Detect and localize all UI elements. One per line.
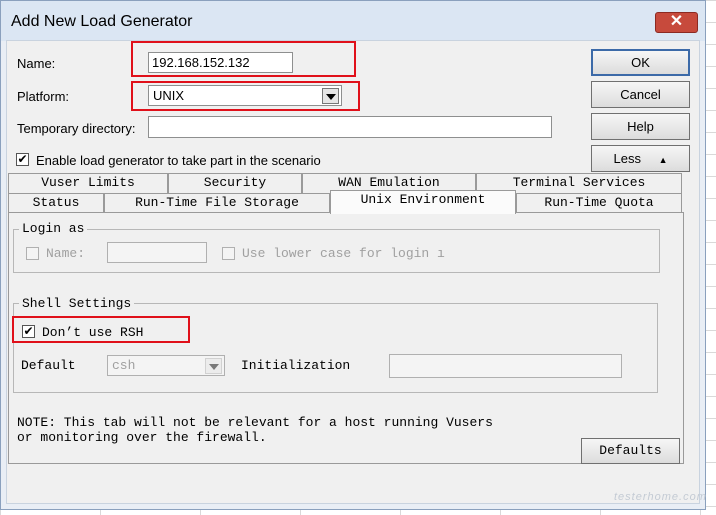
shell-settings-title: Shell Settings bbox=[19, 296, 135, 311]
lowercase-login-label: Use lower case for login ı bbox=[242, 246, 445, 261]
tab-vuser-limits[interactable]: Vuser Limits bbox=[8, 173, 168, 193]
login-group-title: Login as bbox=[19, 221, 88, 236]
ok-label: OK bbox=[631, 55, 650, 70]
close-button[interactable]: ✕ bbox=[655, 12, 698, 33]
default-shell-label: Default bbox=[21, 358, 76, 373]
initialization-label: Initialization bbox=[241, 358, 351, 373]
check-icon: ✔ bbox=[17, 152, 28, 166]
cancel-button[interactable]: Cancel bbox=[591, 81, 690, 108]
tab-runtime-quota[interactable]: Run-Time Quota bbox=[516, 193, 682, 213]
defaults-label: Defaults bbox=[599, 443, 662, 458]
tab-label: Run-Time Quota bbox=[544, 195, 654, 210]
help-label: Help bbox=[627, 119, 654, 134]
note-text: NOTE: This tab will not be relevant for … bbox=[17, 415, 493, 445]
chevron-down-icon[interactable] bbox=[205, 358, 222, 374]
tab-status[interactable]: Status bbox=[8, 193, 104, 213]
default-shell-value: csh bbox=[112, 358, 136, 373]
tempdir-label: Temporary directory: bbox=[17, 121, 136, 136]
tab-label: Unix Environment bbox=[360, 192, 486, 207]
tab-label: Status bbox=[32, 195, 80, 210]
cancel-label: Cancel bbox=[620, 87, 661, 102]
close-icon: ✕ bbox=[669, 13, 684, 30]
name-label: Name: bbox=[17, 56, 56, 71]
tab-runtime-file-storage[interactable]: Run-Time File Storage bbox=[104, 193, 330, 213]
enable-checkbox[interactable]: ✔ bbox=[16, 153, 29, 166]
name-highlight-box bbox=[131, 41, 356, 77]
help-button[interactable]: Help bbox=[591, 113, 690, 140]
chevron-up-icon: ▲ bbox=[658, 155, 668, 165]
title-bar: Add New Load Generator ✕ bbox=[1, 1, 705, 41]
tab-unix-environment[interactable]: Unix Environment bbox=[330, 190, 516, 214]
login-name-checkbox[interactable] bbox=[26, 247, 39, 260]
tab-label: Terminal Services bbox=[512, 175, 646, 190]
less-button[interactable]: Less ▲ bbox=[591, 145, 690, 172]
platform-highlight-box bbox=[131, 81, 360, 111]
defaults-button[interactable]: Defaults bbox=[581, 438, 680, 464]
enable-label: Enable load generator to take part in th… bbox=[36, 153, 321, 168]
less-label: Less bbox=[613, 151, 641, 166]
tab-label: Run-Time File Storage bbox=[135, 195, 299, 210]
lowercase-login-checkbox[interactable] bbox=[222, 247, 235, 260]
tempdir-input[interactable] bbox=[148, 116, 552, 138]
initialization-input[interactable] bbox=[389, 354, 622, 378]
tab-label: Security bbox=[203, 175, 267, 190]
platform-label: Platform: bbox=[17, 89, 70, 104]
note-line-2: or monitoring over the firewall. bbox=[17, 430, 267, 445]
note-line-1: NOTE: This tab will not be relevant for … bbox=[17, 415, 493, 430]
dialog-title: Add New Load Generator bbox=[11, 13, 193, 30]
login-name-label: Name: bbox=[46, 246, 86, 261]
watermark: testerhome.com bbox=[614, 491, 707, 503]
default-shell-select[interactable]: csh bbox=[107, 355, 225, 376]
tab-label: Vuser Limits bbox=[41, 175, 135, 190]
tab-security[interactable]: Security bbox=[168, 173, 302, 193]
tab-label: WAN Emulation bbox=[338, 175, 440, 190]
rsh-highlight-box bbox=[12, 316, 190, 343]
ok-button[interactable]: OK bbox=[591, 49, 690, 76]
login-name-input[interactable] bbox=[107, 242, 207, 263]
